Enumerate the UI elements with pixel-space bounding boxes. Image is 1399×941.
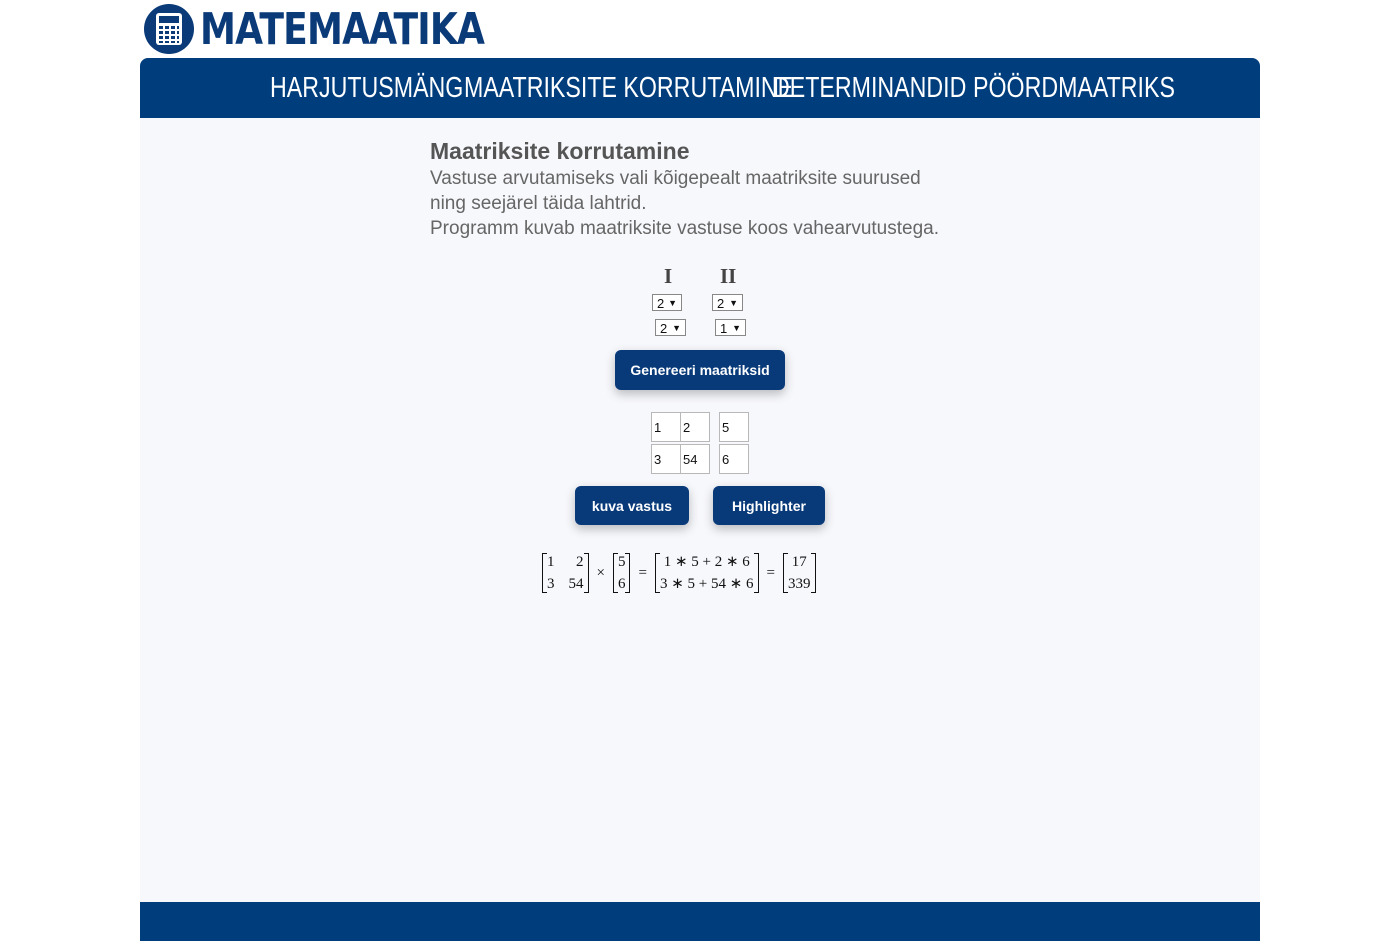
chevron-down-icon: ▼ <box>672 323 681 333</box>
nav-item-maatriksite-korrutamine[interactable]: MAATRIKSITE KORRUTAMINE <box>464 58 793 118</box>
matrix-a-cell-1-2[interactable]: 2 <box>680 412 710 442</box>
highlighter-button[interactable]: Highlighter <box>713 486 825 525</box>
matrix-ii-label: II <box>720 264 737 288</box>
nav-item-poordmaatriks[interactable]: PÖÖRDMAATRIKS <box>973 58 1175 118</box>
result-a-1-1: 1 <box>547 554 555 570</box>
generate-matrices-button[interactable]: Genereeri maatriksid <box>615 350 785 390</box>
result-a-2-1: 3 <box>547 576 555 592</box>
result-matrix-b: 5 6 <box>611 553 633 593</box>
description-line-3: Programm kuvab maatriksite vastuse koos … <box>430 218 940 239</box>
result-b-2: 6 <box>617 576 626 592</box>
result-a-2-2: 54 <box>568 576 584 592</box>
result-answer-matrix: 17 339 <box>781 553 818 593</box>
show-answer-button[interactable]: kuva vastus <box>575 486 689 525</box>
equals-operator-2: = <box>766 564 776 581</box>
matrix-i-rows-select[interactable]: 2 ▼ <box>652 294 682 311</box>
result-equation: 1 3 2 54 × 5 6 = 1 ∗ 5 + 2 ∗ 6 3 ∗ 5 + 5… <box>540 551 818 595</box>
chevron-down-icon: ▼ <box>732 323 741 333</box>
matrix-i-rows-value: 2 <box>657 296 665 311</box>
footer-bar <box>140 902 1260 941</box>
result-step-1: 1 ∗ 5 + 2 ∗ 6 <box>663 554 750 570</box>
result-a-1-2: 2 <box>576 554 584 570</box>
result-steps-matrix: 1 ∗ 5 + 2 ∗ 6 3 ∗ 5 + 54 ∗ 6 <box>653 553 761 593</box>
description-line-1: Vastuse arvutamiseks vali kõigepealt maa… <box>430 168 921 189</box>
brand-name: MATEMAATIKA <box>200 3 485 55</box>
result-step-2: 3 ∗ 5 + 54 ∗ 6 <box>659 576 754 592</box>
equals-operator-1: = <box>638 564 647 581</box>
matrix-a-cell-1-1[interactable]: 1 <box>651 412 681 442</box>
page-title: Maatriksite korrutamine <box>430 138 690 164</box>
matrix-i-cols-select[interactable]: 2 ▼ <box>655 319 686 336</box>
matrix-ii-rows-value: 2 <box>717 296 725 311</box>
chevron-down-icon: ▼ <box>729 298 738 308</box>
matrix-i-cols-value: 2 <box>660 321 668 336</box>
matrix-b-cell-2-1[interactable]: 6 <box>719 444 749 474</box>
chevron-down-icon: ▼ <box>668 298 677 308</box>
main-nav: HARJUTUSMÄNG MAATRIKSITE KORRUTAMINE DET… <box>140 58 1260 118</box>
calculator-icon <box>144 4 194 54</box>
page: MATEMAATIKA HARJUTUSMÄNG MAATRIKSITE KOR… <box>0 0 1399 941</box>
times-operator: × <box>596 564 605 581</box>
result-b-1: 5 <box>617 554 626 570</box>
result-answer-2: 339 <box>788 576 811 592</box>
matrix-ii-cols-select[interactable]: 1 ▼ <box>715 319 746 336</box>
result-matrix-a: 1 3 2 54 <box>540 553 591 593</box>
matrix-b-cell-1-1[interactable]: 5 <box>719 412 749 442</box>
matrix-a-cell-2-2[interactable]: 54 <box>680 444 710 474</box>
result-answer-1: 17 <box>791 554 807 570</box>
site-logo[interactable]: MATEMAATIKA <box>144 3 547 55</box>
matrix-a-cell-2-1[interactable]: 3 <box>651 444 681 474</box>
matrix-ii-rows-select[interactable]: 2 ▼ <box>712 294 743 311</box>
matrix-ii-cols-value: 1 <box>720 321 728 336</box>
matrix-i-label: I <box>664 264 673 288</box>
description-line-2: ning seejärel täida lahtrid. <box>430 193 647 214</box>
nav-item-determinandid[interactable]: DETERMINANDID <box>773 58 966 118</box>
nav-item-harjutusmang[interactable]: HARJUTUSMÄNG <box>270 58 463 118</box>
